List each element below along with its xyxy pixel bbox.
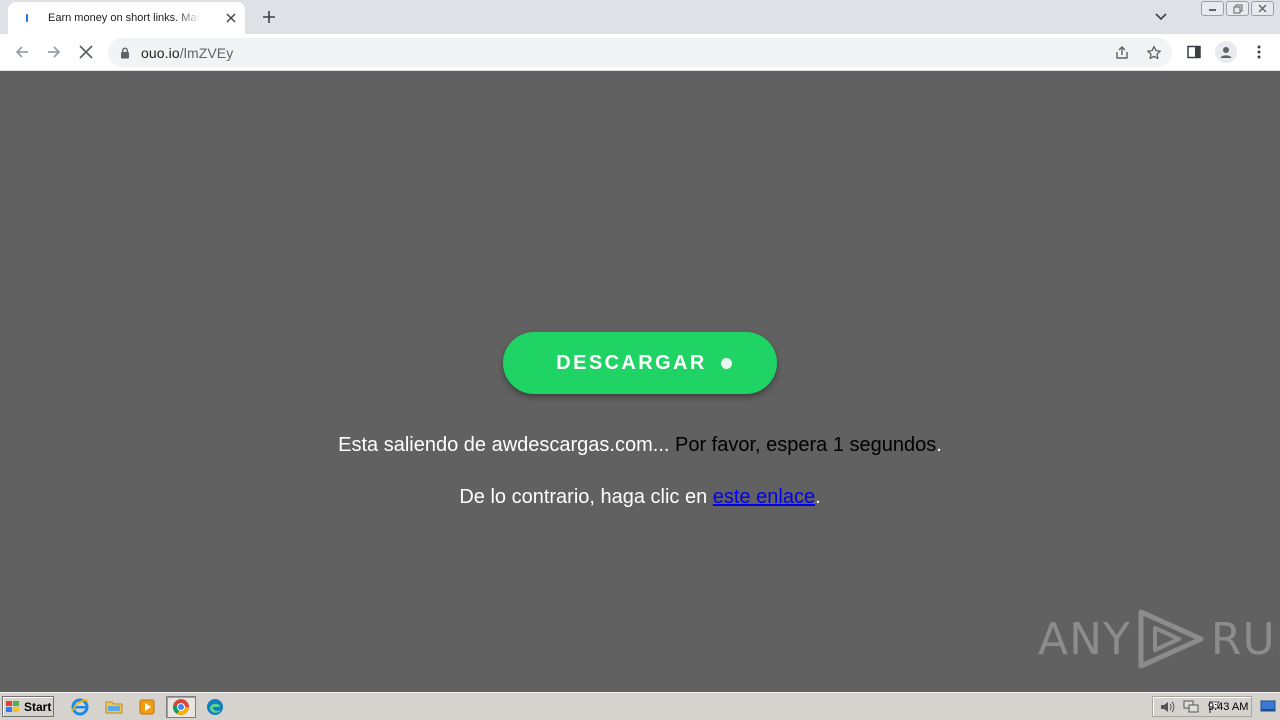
url-text: ouo.io/lmZVEy bbox=[141, 45, 233, 61]
restore-icon[interactable] bbox=[1226, 1, 1249, 16]
chrome-icon[interactable] bbox=[166, 696, 196, 718]
back-arrow-icon[interactable] bbox=[10, 40, 34, 64]
url-path: /lmZVEy bbox=[179, 45, 234, 61]
media-player-icon[interactable] bbox=[135, 696, 159, 718]
volume-icon[interactable] bbox=[1159, 700, 1175, 714]
address-bar[interactable]: ouo.io/lmZVEy bbox=[108, 38, 1172, 67]
watermark-right-text: RUN bbox=[1210, 613, 1280, 665]
fallback-message-suffix: . bbox=[815, 486, 821, 508]
chevron-down-icon[interactable] bbox=[1150, 6, 1172, 28]
internet-explorer-icon[interactable] bbox=[68, 696, 92, 718]
tab-strip: Earn money on short links. Make short li… bbox=[0, 0, 1280, 34]
taskbar: Start 9:43 AM bbox=[0, 692, 1280, 720]
windows-logo-icon bbox=[6, 700, 19, 712]
stop-loading-icon[interactable] bbox=[74, 40, 98, 64]
download-button-label: DESCARGAR bbox=[556, 351, 707, 374]
profile-icon[interactable] bbox=[1215, 41, 1237, 63]
browser-toolbar: ouo.io/lmZVEy bbox=[0, 34, 1280, 71]
network-icon[interactable] bbox=[1183, 700, 1199, 714]
edge-icon[interactable] bbox=[203, 696, 227, 718]
close-window-icon[interactable] bbox=[1251, 1, 1274, 16]
fallback-message: De lo contrario, haga clic en este enlac… bbox=[0, 486, 1280, 509]
watermark-left-text: ANY bbox=[1038, 613, 1131, 665]
page-content: DESCARGAR Esta saliendo de awdescargas.c… bbox=[0, 72, 1280, 692]
star-icon[interactable] bbox=[1145, 44, 1163, 62]
share-icon[interactable] bbox=[1113, 44, 1131, 62]
taskbar-clock[interactable]: 9:43 AM bbox=[1208, 701, 1248, 713]
tab-title: Earn money on short links. Make short li… bbox=[48, 12, 200, 24]
folder-icon[interactable] bbox=[102, 696, 126, 718]
redirect-message: Esta saliendo de awdescargas.com... Por … bbox=[0, 434, 1280, 457]
close-icon[interactable] bbox=[223, 10, 239, 26]
fallback-message-prefix: De lo contrario, haga clic en bbox=[459, 486, 713, 508]
play-logo-icon bbox=[1135, 608, 1207, 670]
fallback-link[interactable]: este enlace bbox=[713, 486, 815, 508]
ouo-favicon-icon bbox=[20, 11, 34, 25]
redirect-message-leaving: Esta saliendo de awdescargas.com... bbox=[338, 434, 675, 456]
side-panel-icon[interactable] bbox=[1183, 41, 1205, 63]
menu-icon[interactable] bbox=[1248, 41, 1270, 63]
show-desktop-icon[interactable] bbox=[1260, 699, 1276, 713]
lock-icon[interactable] bbox=[120, 46, 130, 64]
download-button[interactable]: DESCARGAR bbox=[503, 332, 777, 394]
loading-dot-icon bbox=[720, 357, 732, 369]
minimize-icon[interactable] bbox=[1201, 1, 1224, 16]
start-label: Start bbox=[24, 699, 52, 714]
redirect-message-wait: Por favor, espera 1 segundos bbox=[675, 434, 937, 456]
window-controls bbox=[1201, 1, 1274, 16]
browser-tab[interactable]: Earn money on short links. Make short li… bbox=[8, 2, 245, 34]
plus-icon[interactable] bbox=[258, 6, 280, 28]
redirect-message-period: . bbox=[936, 434, 942, 456]
url-domain: ouo.io bbox=[141, 45, 180, 61]
avatar bbox=[1215, 41, 1237, 63]
anyrun-watermark: ANY RUN bbox=[1038, 608, 1280, 670]
forward-arrow-icon[interactable] bbox=[42, 40, 66, 64]
start-button[interactable]: Start bbox=[2, 696, 54, 717]
